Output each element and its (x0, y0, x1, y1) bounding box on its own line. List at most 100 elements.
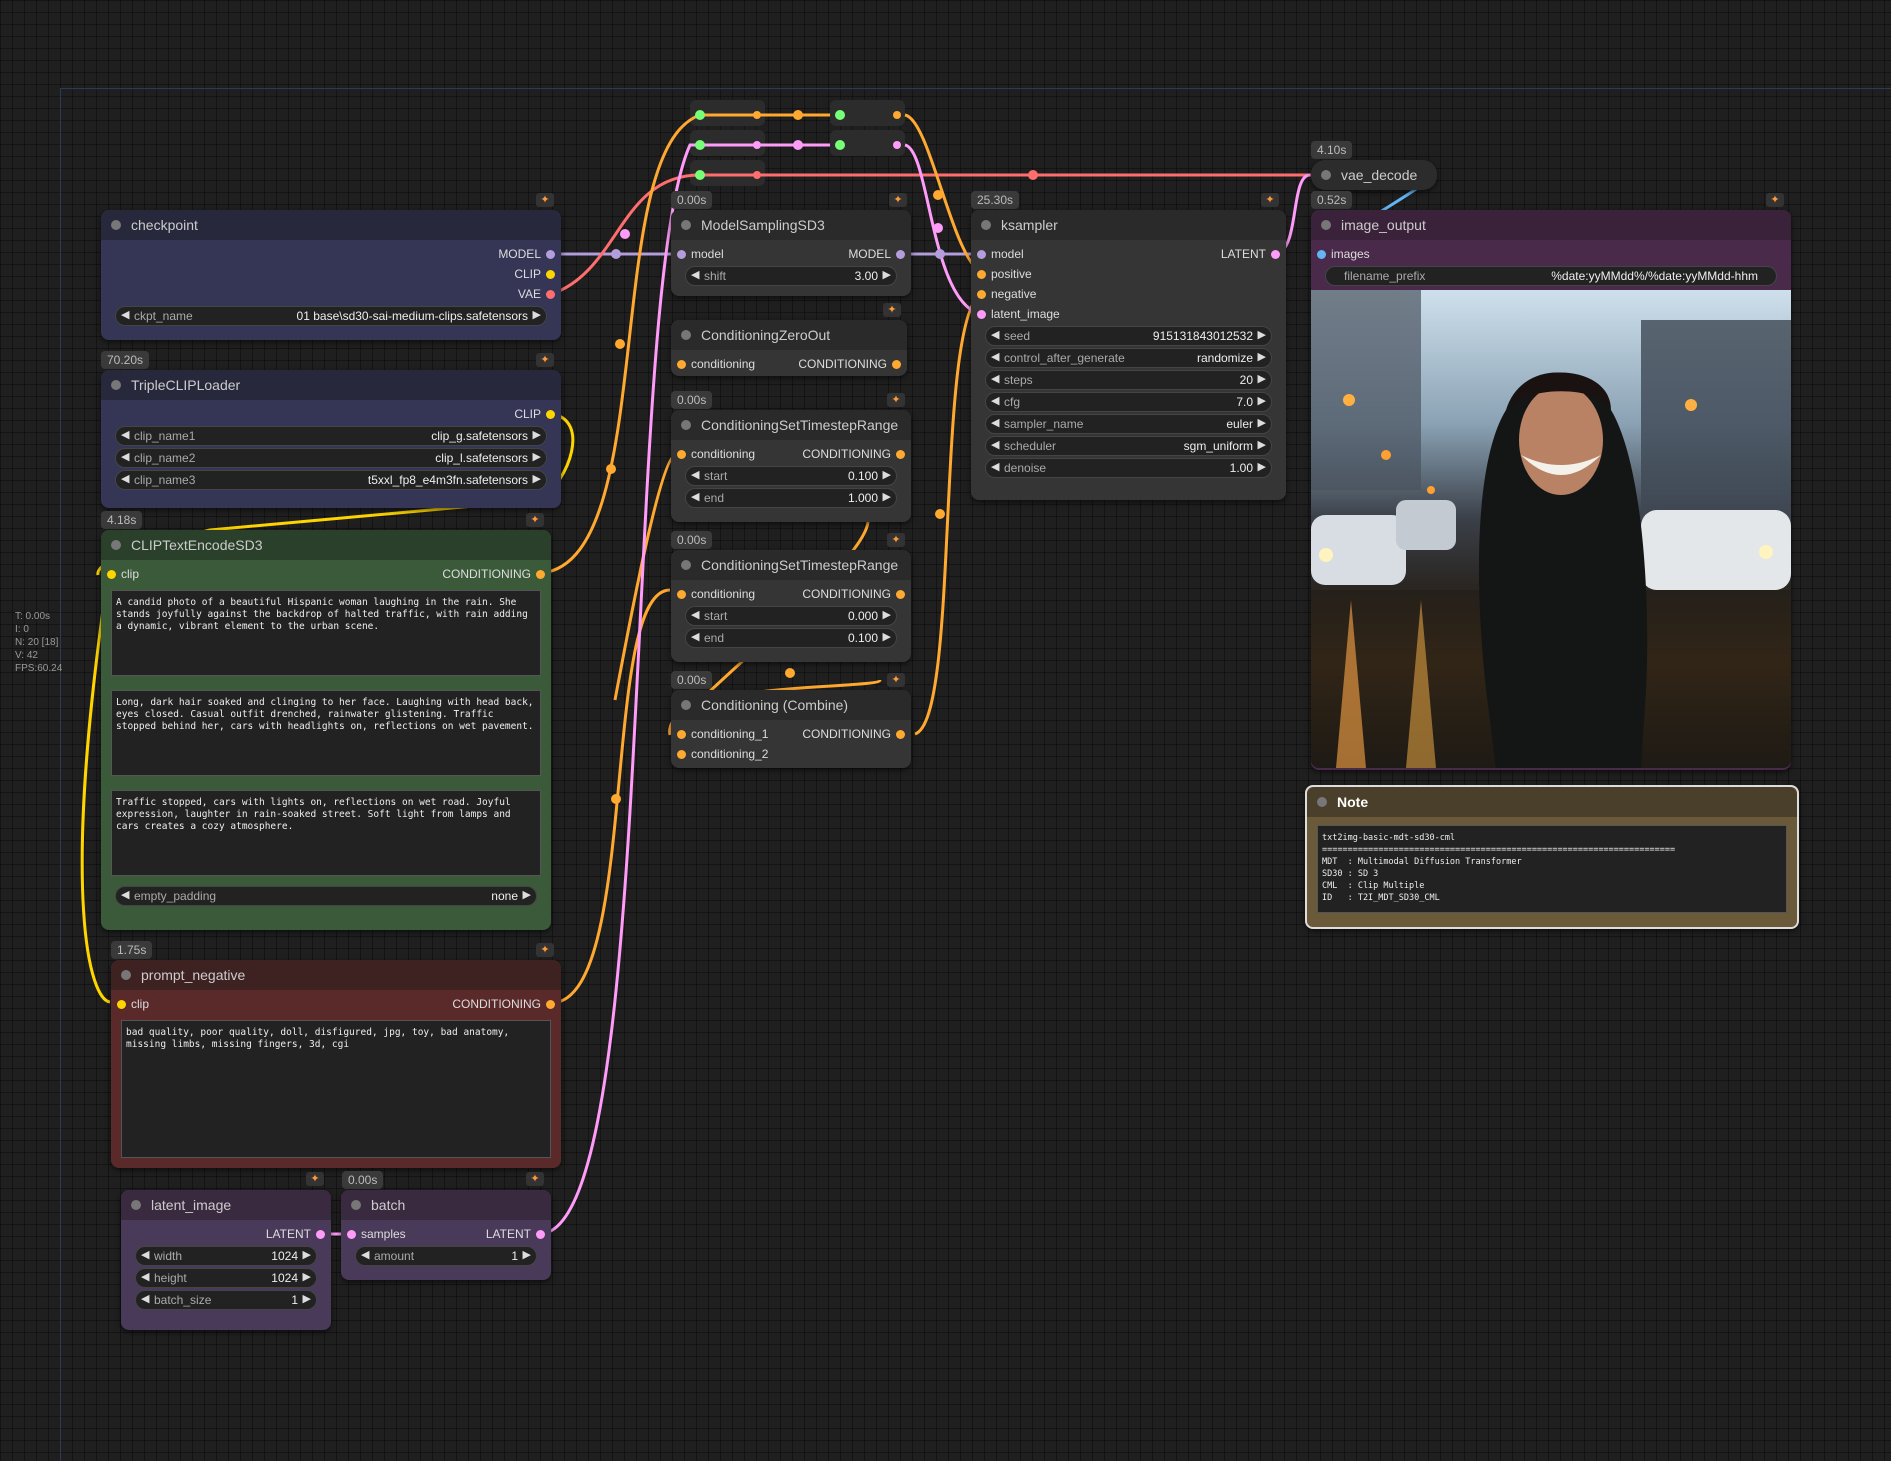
collapse-dot[interactable] (1321, 220, 1331, 230)
left-arrow-icon[interactable]: ◀ (691, 630, 699, 643)
port-dot[interactable] (1271, 250, 1280, 259)
node-title[interactable]: batch (341, 1190, 551, 1220)
start-stepper[interactable]: ◀ start 0.100 ▶ (685, 466, 897, 486)
right-arrow-icon[interactable]: ▶ (1258, 416, 1266, 429)
prompt-negative-node[interactable]: prompt_negative clip CONDITIONING bad qua… (111, 960, 561, 1168)
note-node[interactable]: Note txt2img-basic-mdt-sd30-cml ========… (1305, 785, 1799, 929)
node-title[interactable]: ConditioningZeroOut (671, 320, 907, 350)
left-arrow-icon[interactable]: ◀ (141, 1292, 149, 1305)
output-clip[interactable]: CLIP (101, 264, 561, 284)
clip-g-prompt-textarea[interactable]: A candid photo of a beautiful Hispanic w… (111, 590, 541, 676)
right-arrow-icon[interactable]: ▶ (1258, 394, 1266, 407)
left-arrow-icon[interactable]: ◀ (991, 460, 999, 473)
conditioning-port-row[interactable]: conditioning CONDITIONING (671, 444, 911, 464)
clip-port-row[interactable]: clip CONDITIONING (101, 564, 551, 584)
collapse-dot[interactable] (1321, 170, 1331, 180)
samples-port-row[interactable]: samples LATENT (341, 1224, 551, 1244)
left-arrow-icon[interactable]: ◀ (691, 468, 699, 481)
port-dot[interactable] (977, 250, 986, 259)
output-latent[interactable]: LATENT (121, 1224, 331, 1244)
left-arrow-icon[interactable]: ◀ (991, 438, 999, 451)
port-dot[interactable] (316, 1230, 325, 1239)
collapse-dot[interactable] (681, 220, 691, 230)
left-arrow-icon[interactable]: ◀ (991, 416, 999, 429)
right-arrow-icon[interactable]: ▶ (1258, 438, 1266, 451)
right-arrow-icon[interactable]: ▶ (1258, 350, 1266, 363)
end-stepper[interactable]: ◀ end 0.100 ▶ (685, 628, 897, 648)
control-after-generate-combo[interactable]: ◀ control_after_generate randomize ▶ (985, 348, 1272, 368)
node-title[interactable]: image_output (1311, 210, 1791, 240)
clip-text-encode-sd3-node[interactable]: CLIPTextEncodeSD3 clip CONDITIONING A can… (101, 530, 551, 930)
output-image-preview[interactable] (1311, 290, 1791, 768)
latent-image-port-row[interactable]: latent_image (971, 304, 1286, 324)
port-dot[interactable] (896, 250, 905, 259)
clip-name2-combo[interactable]: ◀ clip_name2 clip_l.safetensors ▶ (115, 448, 547, 468)
model-port-row[interactable]: model LATENT (971, 244, 1286, 264)
right-arrow-icon[interactable]: ▶ (533, 450, 541, 463)
steps-stepper[interactable]: ◀ steps 20 ▶ (985, 370, 1272, 390)
port-dot[interactable] (677, 360, 686, 369)
left-arrow-icon[interactable]: ◀ (691, 608, 699, 621)
port-dot[interactable] (677, 250, 686, 259)
left-arrow-icon[interactable]: ◀ (991, 328, 999, 341)
clip-port-row[interactable]: clip CONDITIONING (111, 994, 561, 1014)
left-arrow-icon[interactable]: ◀ (991, 372, 999, 385)
left-arrow-icon[interactable]: ◀ (121, 308, 129, 321)
node-title[interactable]: CLIPTextEncodeSD3 (101, 530, 551, 560)
sampler-name-combo[interactable]: ◀ sampler_name euler ▶ (985, 414, 1272, 434)
conditioning-port-row[interactable]: conditioning CONDITIONING (671, 354, 907, 374)
node-title[interactable]: ksampler (971, 210, 1286, 240)
ksampler-node[interactable]: ksampler model LATENT positive negative l… (971, 210, 1286, 500)
ckpt-name-combo[interactable]: ◀ ckpt_name 01 base\sd30-sai-medium-clips.… (115, 306, 547, 326)
collapse-dot[interactable] (111, 380, 121, 390)
right-arrow-icon[interactable]: ▶ (533, 472, 541, 485)
batch-size-stepper[interactable]: ◀ batch_size 1 ▶ (135, 1290, 317, 1310)
port-dot[interactable] (546, 270, 555, 279)
latent-image-node[interactable]: latent_image LATENT ◀ width 1024 ▶ ◀ height 1… (121, 1190, 331, 1330)
port-dot[interactable] (546, 410, 555, 419)
positive-port-row[interactable]: positive (971, 264, 1286, 284)
left-arrow-icon[interactable]: ◀ (141, 1248, 149, 1261)
port-dot[interactable] (977, 290, 986, 299)
port-dot[interactable] (677, 750, 686, 759)
right-arrow-icon[interactable]: ▶ (883, 630, 891, 643)
clip-l-prompt-textarea[interactable]: Long, dark hair soaked and clinging to h… (111, 690, 541, 776)
left-arrow-icon[interactable]: ◀ (121, 472, 129, 485)
port-dot[interactable] (536, 1230, 545, 1239)
right-arrow-icon[interactable]: ▶ (523, 1248, 531, 1261)
port-dot[interactable] (347, 1230, 356, 1239)
left-arrow-icon[interactable]: ◀ (991, 394, 999, 407)
start-stepper[interactable]: ◀ start 0.000 ▶ (685, 606, 897, 626)
collapse-dot[interactable] (131, 1200, 141, 1210)
port-dot[interactable] (892, 360, 901, 369)
right-arrow-icon[interactable]: ▶ (883, 490, 891, 503)
port-dot[interactable] (896, 590, 905, 599)
right-arrow-icon[interactable]: ▶ (883, 268, 891, 281)
left-arrow-icon[interactable]: ◀ (141, 1270, 149, 1283)
node-title[interactable]: vae_decode (1311, 160, 1437, 190)
left-arrow-icon[interactable]: ◀ (121, 450, 129, 463)
seed-stepper[interactable]: ◀ seed 915131843012532 ▶ (985, 326, 1272, 346)
left-arrow-icon[interactable]: ◀ (361, 1248, 369, 1261)
scheduler-combo[interactable]: ◀ scheduler sgm_uniform ▶ (985, 436, 1272, 456)
end-stepper[interactable]: ◀ end 1.000 ▶ (685, 488, 897, 508)
node-title[interactable]: ConditioningSetTimestepRange (671, 410, 911, 440)
node-title[interactable]: Note (1307, 787, 1797, 817)
image-output-node[interactable]: image_output images filename_prefix %date… (1311, 210, 1791, 770)
negative-prompt-textarea[interactable]: bad quality, poor quality, doll, disfigu… (121, 1020, 551, 1158)
clip-name1-combo[interactable]: ◀ clip_name1 clip_g.safetensors ▶ (115, 426, 547, 446)
right-arrow-icon[interactable]: ▶ (1258, 372, 1266, 385)
right-arrow-icon[interactable]: ▶ (1258, 328, 1266, 341)
left-arrow-icon[interactable]: ◀ (991, 350, 999, 363)
collapse-dot[interactable] (681, 330, 691, 340)
port-dot[interactable] (677, 450, 686, 459)
checkpoint-node[interactable]: checkpoint MODEL CLIP VAE ◀ ckpt_name 01 b… (101, 210, 561, 340)
filename-prefix-input[interactable]: filename_prefix %date:yyMMdd%/%date:yyMMd… (1325, 266, 1777, 286)
right-arrow-icon[interactable]: ▶ (533, 428, 541, 441)
port-dot[interactable] (896, 730, 905, 739)
port-dot[interactable] (977, 310, 986, 319)
node-title[interactable]: prompt_negative (111, 960, 561, 990)
left-arrow-icon[interactable]: ◀ (691, 268, 699, 281)
left-arrow-icon[interactable]: ◀ (691, 490, 699, 503)
model-sampling-sd3-node[interactable]: ModelSamplingSD3 model MODEL ◀ shift 3.00 ▶ (671, 210, 911, 296)
